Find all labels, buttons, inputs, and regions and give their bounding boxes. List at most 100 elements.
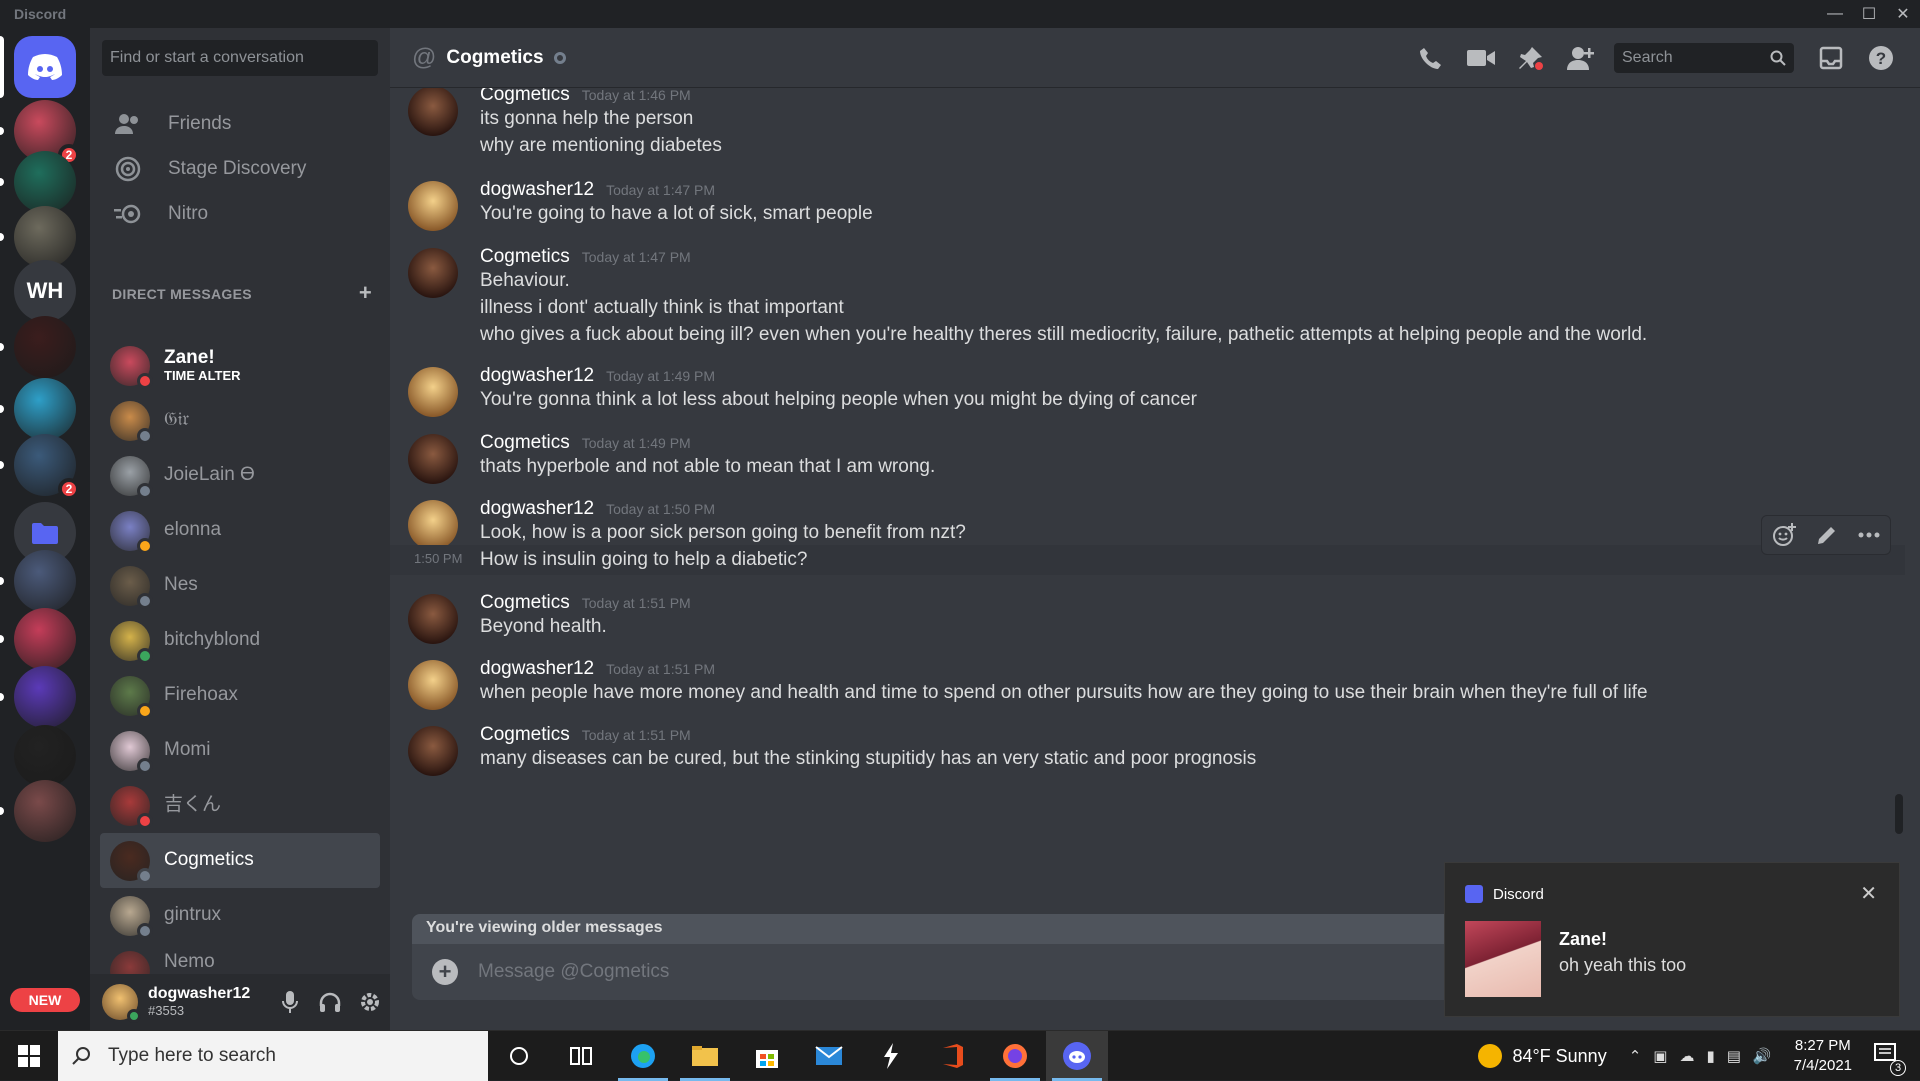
cortana-button[interactable] [488,1031,550,1081]
find-conversation-input[interactable]: Find or start a conversation [102,40,378,76]
dm-item[interactable]: Momi [100,723,380,778]
older-messages-banner[interactable]: You're viewing older messages [412,914,1472,944]
meet-now-icon[interactable]: ▣ [1653,1047,1667,1065]
maximize-icon[interactable]: ☐ [1852,0,1886,28]
message-group[interactable]: dogwasher12 Today at 1:51 PM when people h… [390,654,1905,721]
message-avatar[interactable] [408,726,458,776]
message-avatar[interactable] [408,594,458,644]
dm-item[interactable]: Nes [100,558,380,613]
message-group[interactable]: Cogmetics Today at 1:51 PM Beyond health. [390,588,1905,655]
action-center-icon[interactable]: 3 [1874,1042,1906,1076]
chat-search-input[interactable]: Search [1614,43,1794,73]
task-view-button[interactable] [550,1031,612,1081]
taskbar-store[interactable] [736,1031,798,1081]
message-group[interactable]: Cogmetics Today at 1:51 PM many diseases c… [390,720,1905,787]
taskbar-edge[interactable] [612,1031,674,1081]
message-author[interactable]: dogwasher12 [480,179,594,201]
add-attachment-icon[interactable]: + [432,959,458,985]
minimize-icon[interactable]: — [1818,0,1852,28]
message-scrollbar[interactable] [1895,794,1903,834]
taskbar-discord[interactable] [1046,1030,1108,1081]
message-author[interactable]: dogwasher12 [480,498,594,520]
taskbar-office[interactable] [922,1031,984,1081]
nav-nitro[interactable]: Nitro [100,190,380,238]
dm-item[interactable]: gintrux [100,888,380,943]
message-group[interactable]: Cogmetics Today at 1:46 PM its gonna help … [390,88,1905,174]
server-home[interactable] [14,36,76,98]
weather-sun-icon[interactable] [1478,1044,1503,1068]
message-author[interactable]: dogwasher12 [480,365,594,387]
dm-item[interactable]: 吉くん [100,778,380,833]
message-avatar[interactable] [408,248,458,298]
server-dna[interactable] [14,378,76,440]
server-beast[interactable]: 2 [14,434,80,500]
server-dark-art[interactable] [14,316,76,378]
volume-icon[interactable]: 🔊 [1753,1047,1772,1065]
nav-stage-discovery[interactable]: Stage Discovery [100,145,380,193]
microphone-icon[interactable] [270,991,310,1013]
dm-item[interactable]: Cogmetics [100,833,380,888]
message-author[interactable]: Cogmetics [480,724,570,746]
edit-pencil-icon[interactable] [1816,524,1838,546]
dm-item[interactable]: bitchyblond [100,613,380,668]
dm-item[interactable]: 𝔊𝔦𝔯 [100,393,380,448]
message-avatar[interactable] [408,434,458,484]
taskbar-search[interactable]: Type here to search [58,1030,488,1081]
message-group[interactable]: Cogmetics Today at 1:47 PM Behaviour. illne… [390,242,1905,363]
onedrive-cloud-icon[interactable]: ☁ [1679,1047,1694,1065]
settings-gear-icon[interactable] [350,991,390,1013]
taskbar-app-bolt[interactable] [860,1031,922,1081]
pinned-messages-icon[interactable] [1506,40,1556,76]
add-friend-to-dm-icon[interactable] [1556,40,1606,76]
message-avatar[interactable] [408,88,458,136]
server-molecules[interactable] [14,608,76,670]
server-tv-logo[interactable] [14,151,76,213]
taskbar-mail[interactable] [798,1031,860,1081]
message-author[interactable]: Cogmetics [480,246,570,268]
message-avatar[interactable] [408,181,458,231]
more-options-icon[interactable] [1858,532,1880,538]
add-reaction-icon[interactable] [1772,523,1796,547]
server-brain[interactable] [14,666,76,728]
help-icon[interactable]: ? [1856,40,1906,76]
message-avatar[interactable] [408,500,458,550]
new-badge[interactable]: NEW [10,988,80,1012]
taskbar-file-explorer[interactable] [674,1031,736,1081]
message-author[interactable]: dogwasher12 [480,658,594,680]
notification-toast[interactable]: Discord ✕ Zane! oh yeah this too [1444,862,1900,1017]
message-group[interactable]: dogwasher12 Today at 1:47 PM You're going … [390,175,1905,242]
message-group[interactable]: dogwasher12 Today at 1:50 PM Look, how is … [390,494,1905,588]
message-avatar[interactable] [408,660,458,710]
message-avatar[interactable] [408,367,458,417]
server-wh[interactable]: WH [14,260,76,322]
inbox-icon[interactable] [1806,40,1856,76]
message-group[interactable]: Cogmetics Today at 1:49 PM thats hyperbole… [390,428,1905,495]
server-cross[interactable] [14,206,76,268]
dm-item[interactable]: elonna [100,503,380,558]
server-mandala[interactable] [14,725,76,787]
nav-friends[interactable]: Friends [100,100,380,148]
message-group[interactable]: dogwasher12 Today at 1:49 PM You're gonna … [390,361,1905,428]
voice-call-icon[interactable] [1406,40,1456,76]
dm-item[interactable]: Firehoax [100,668,380,723]
battery-icon[interactable]: ▮ [1706,1047,1714,1065]
weather-text[interactable]: 84°F Sunny [1512,1046,1606,1067]
message-author[interactable]: Cogmetics [480,88,570,106]
toast-close-icon[interactable]: ✕ [1860,881,1877,906]
message-author[interactable]: Cogmetics [480,592,570,614]
taskbar-firefox[interactable] [984,1031,1046,1081]
headphones-icon[interactable] [310,992,350,1012]
user-avatar[interactable] [102,984,141,1023]
start-button[interactable] [0,1031,58,1081]
close-icon[interactable]: ✕ [1886,0,1920,28]
message-input-placeholder[interactable]: Message @Cogmetics [478,961,669,983]
network-icon[interactable]: ▤ [1727,1047,1741,1065]
server-star-burst[interactable] [14,550,76,612]
dm-item[interactable]: JoieLain ϴ [100,448,380,503]
create-dm-plus-icon[interactable]: + [359,282,372,304]
dm-item[interactable]: Zane! TIME ALTER [100,338,380,393]
message-author[interactable]: Cogmetics [480,432,570,454]
clock[interactable]: 8:27 PM 7/4/2021 [1794,1036,1852,1077]
server-figure[interactable] [14,780,76,842]
chevron-up-icon[interactable]: ⌃ [1629,1047,1642,1065]
